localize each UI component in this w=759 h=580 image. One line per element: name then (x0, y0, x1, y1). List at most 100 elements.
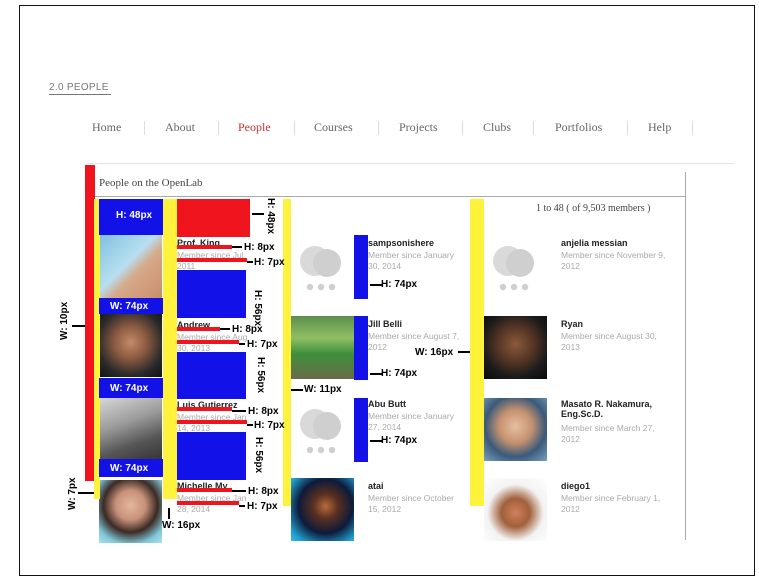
member-since: Member since February 1, 2012 (561, 493, 661, 514)
spacing-guide-red (177, 199, 250, 237)
spacing-guide-blue (354, 316, 368, 380)
measure-tick (458, 351, 470, 353)
member-avatar[interactable] (484, 316, 547, 379)
nav-courses[interactable]: Courses (314, 120, 353, 135)
member-since: Member since January 30, 2014 (368, 250, 454, 271)
measure-label: H: 56px (255, 357, 266, 394)
panel-title-rule (95, 196, 686, 197)
member-name[interactable]: diego1 (561, 481, 590, 491)
measure-label: W: 16px (415, 347, 454, 358)
member-name[interactable]: atai (368, 481, 384, 491)
member-since: Member since October 15, 2012 (368, 493, 454, 514)
member-name[interactable]: Jill Belli (368, 319, 402, 329)
nav-separator (533, 121, 534, 135)
spacing-guide-red (177, 258, 247, 262)
default-avatar-icon[interactable] (291, 398, 354, 461)
panel-title: People on the OpenLab (99, 177, 203, 189)
nav-separator (218, 121, 219, 135)
measure-tick (78, 492, 94, 494)
member-avatar[interactable] (99, 480, 162, 543)
panel-border (685, 172, 686, 540)
nav-divider (88, 163, 734, 164)
measure-tick (232, 410, 246, 412)
measure-tick (239, 505, 245, 507)
member-name[interactable]: Abu Butt (368, 399, 406, 409)
measure-label: H: 7px (247, 339, 278, 350)
nav-separator (462, 121, 463, 135)
measure-label: H: 8px (248, 486, 279, 497)
site-title-underline (49, 94, 111, 95)
member-name[interactable]: Ryan (561, 319, 583, 329)
member-avatar[interactable] (484, 398, 547, 461)
measure-tick (247, 424, 253, 426)
spacing-guide-blue (354, 235, 368, 299)
spacing-guide-red (177, 488, 232, 492)
measure-label: H: 7px (254, 420, 285, 431)
member-since: Member since January 27, 2014 (368, 411, 454, 432)
member-avatar[interactable] (484, 478, 547, 541)
nav-separator (692, 121, 693, 135)
measure-label: H: 7px (247, 501, 278, 512)
spacing-guide-red (177, 245, 232, 249)
member-name[interactable]: sampsonishere (368, 238, 434, 248)
default-avatar-icon[interactable] (291, 235, 354, 298)
measure-label: H: 48px (265, 198, 276, 235)
nav-about[interactable]: About (165, 120, 195, 135)
member-since: Member since March 27, 2012 (561, 423, 655, 444)
member-avatar[interactable] (291, 478, 354, 541)
measure-label: H: 74px (381, 435, 418, 446)
nav-projects[interactable]: Projects (399, 120, 438, 135)
spacing-guide-red (177, 407, 232, 411)
measure-label: W: 10px (59, 301, 70, 340)
measure-label: H: 8px (232, 324, 263, 335)
measure-tick (252, 213, 264, 215)
member-avatar[interactable] (99, 314, 162, 377)
gutter-guide-yellow (470, 199, 484, 506)
gutter-guide-yellow (283, 199, 291, 506)
measure-tick (247, 261, 253, 263)
site-title[interactable]: 2.0 PEOPLE (49, 82, 109, 93)
member-count: 1 to 48 ( of 9,503 members ) (536, 203, 651, 214)
measure-tick (168, 508, 170, 519)
member-since: Member since November 9, 2012 (561, 250, 666, 271)
measure-label: H: 48px (116, 210, 153, 221)
gutter-guide-yellow (94, 199, 100, 499)
default-avatar-icon[interactable] (484, 235, 547, 298)
measure-tick (291, 389, 303, 391)
spacing-guide-red (177, 327, 220, 331)
gutter-guide-yellow (163, 199, 177, 499)
measure-label: H: 74px (381, 368, 418, 379)
measure-label: H: 7px (254, 257, 285, 268)
measure-label: W: 7px (67, 477, 78, 510)
measure-label: H: 74px (381, 279, 418, 290)
member-avatar[interactable] (291, 316, 354, 379)
spacing-guide-red (177, 340, 239, 344)
nav-home[interactable]: Home (92, 120, 121, 135)
member-avatar[interactable] (99, 398, 162, 461)
spacing-guide-red (177, 420, 247, 424)
nav-help[interactable]: Help (648, 120, 671, 135)
nav-clubs[interactable]: Clubs (483, 120, 511, 135)
measure-label: H: 8px (248, 406, 279, 417)
nav-portfolios[interactable]: Portfolios (555, 120, 602, 135)
measure-label: W: 74px (110, 463, 149, 474)
measure-label: H: 56px (252, 290, 263, 327)
measure-tick (232, 246, 242, 248)
member-name[interactable]: Masato R. Nakamura, Eng.Sc.D. (561, 399, 676, 419)
measure-label: H: 56px (253, 437, 264, 474)
member-avatar[interactable] (99, 235, 162, 298)
measure-label: H: 8px (244, 242, 275, 253)
measure-label: W: 11px (304, 384, 342, 395)
spacing-guide-blue (177, 270, 246, 318)
member-since: Member since August 30, 2013 (561, 331, 657, 352)
nav-separator (627, 121, 628, 135)
nav-separator (378, 121, 379, 135)
spacing-guide-blue (177, 352, 246, 399)
measure-tick (220, 328, 230, 330)
nav-people[interactable]: People (238, 120, 271, 135)
measure-label: W: 16px (162, 520, 201, 531)
measure-label: W: 74px (110, 301, 149, 312)
spacing-guide-red (177, 501, 239, 505)
member-name[interactable]: anjelia messian (561, 238, 628, 248)
spacing-guide-blue (354, 398, 368, 462)
